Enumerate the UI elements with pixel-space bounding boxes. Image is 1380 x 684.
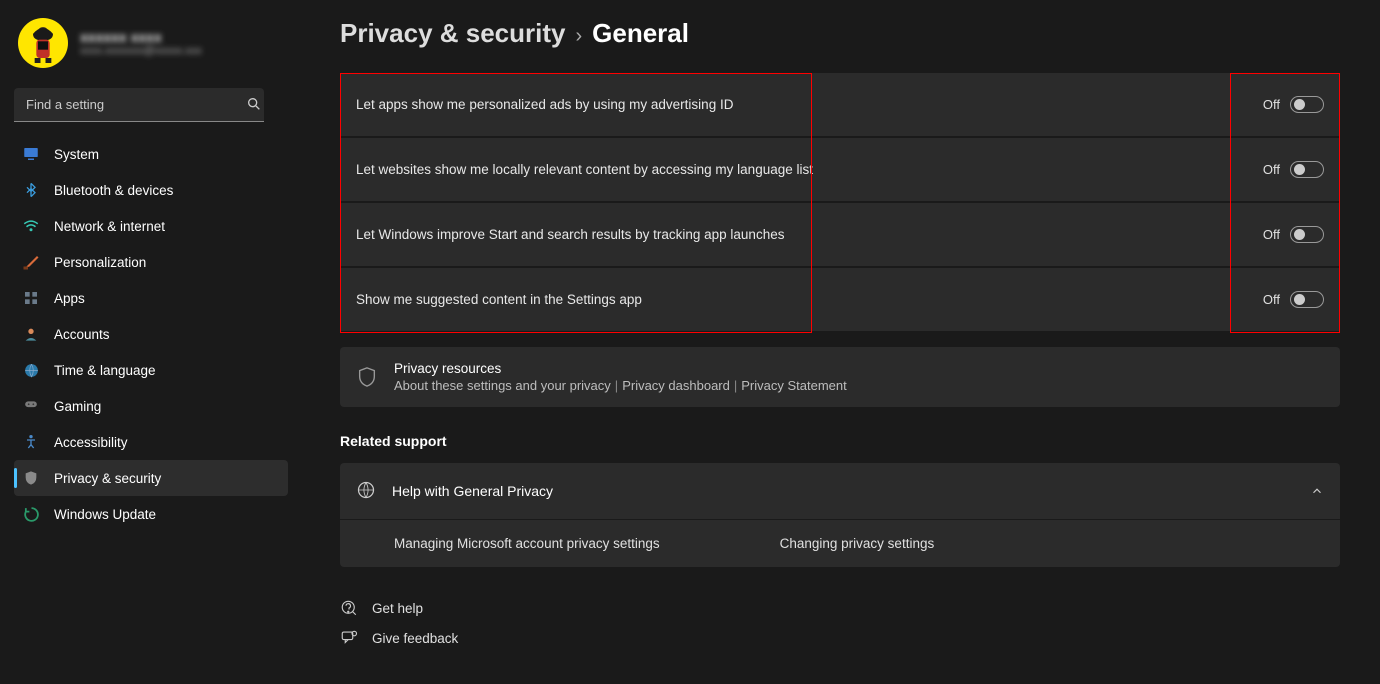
general-toggle-list: Let apps show me personalized ads by usi… [340,73,1340,333]
search-input[interactable] [14,88,264,122]
search-wrap [14,88,278,122]
sidebar-item-accessibility[interactable]: Accessibility [14,424,288,460]
sidebar-item-system[interactable]: System [14,136,288,172]
toggle-state: Off [1263,227,1280,242]
avatar-image-icon [26,23,60,63]
privacy-resources-card[interactable]: Privacy resources About these settings a… [340,347,1340,407]
toggle-row-language-list: Let websites show me locally relevant co… [340,138,1340,203]
sidebar-item-label: Windows Update [54,507,156,522]
apps-icon [22,289,40,307]
brush-icon [22,253,40,271]
sidebar-item-apps[interactable]: Apps [14,280,288,316]
toggle-switch[interactable] [1290,96,1324,113]
search-icon [246,96,262,112]
toggle-label: Let Windows improve Start and search res… [356,227,784,242]
toggle-switch[interactable] [1290,161,1324,178]
expander-body: Managing Microsoft account privacy setti… [340,519,1340,567]
accessibility-icon [22,433,40,451]
sidebar-item-label: Privacy & security [54,471,161,486]
give-feedback-link[interactable]: Give feedback [340,623,1340,653]
sidebar: xxxxxx xxxx xxxx.xxxxxxx@xxxxx.xxx Syste… [0,0,300,684]
related-support-heading: Related support [340,433,1340,449]
sidebar-item-label: System [54,147,99,162]
expander-title: Help with General Privacy [392,483,553,499]
main: Privacy & security › General Let apps sh… [300,0,1380,684]
toggle-state: Off [1263,97,1280,112]
toggle-label: Show me suggested content in the Setting… [356,292,642,307]
nav: System Bluetooth & devices Network & int… [14,136,288,532]
get-help-link[interactable]: Get help [340,593,1340,623]
breadcrumb: Privacy & security › General [340,18,1340,73]
toggle-row-track-launches: Let Windows improve Start and search res… [340,203,1340,268]
toggle-row-advertising-id: Let apps show me personalized ads by usi… [340,73,1340,138]
sidebar-item-gaming[interactable]: Gaming [14,388,288,424]
globe-clock-icon [22,361,40,379]
sidebar-item-label: Apps [54,291,85,306]
card-subtitle: About these settings and your privacy|Pr… [394,378,847,393]
give-feedback-label: Give feedback [372,631,458,646]
feedback-icon [340,629,358,647]
help-expander: Help with General Privacy Managing Micro… [340,463,1340,567]
sidebar-item-label: Network & internet [54,219,165,234]
profile-block[interactable]: xxxxxx xxxx xxxx.xxxxxxx@xxxxx.xxx [14,14,288,84]
toggle-state: Off [1263,292,1280,307]
profile-text: xxxxxx xxxx xxxx.xxxxxxx@xxxxx.xxx [80,29,202,57]
globe-help-icon [356,480,376,503]
sidebar-item-update[interactable]: Windows Update [14,496,288,532]
link-change-privacy-settings[interactable]: Changing privacy settings [780,536,935,551]
link-about-settings[interactable]: About these settings and your privacy [394,378,611,393]
sidebar-item-privacy[interactable]: Privacy & security [14,460,288,496]
sidebar-item-label: Gaming [54,399,101,414]
page-title: General [592,18,689,49]
sidebar-item-bluetooth[interactable]: Bluetooth & devices [14,172,288,208]
link-privacy-statement[interactable]: Privacy Statement [741,378,847,393]
sidebar-item-time[interactable]: Time & language [14,352,288,388]
expander-header[interactable]: Help with General Privacy [340,463,1340,519]
wifi-icon [22,217,40,235]
update-icon [22,505,40,523]
bluetooth-icon [22,181,40,199]
shield-icon [22,469,40,487]
gamepad-icon [22,397,40,415]
person-icon [22,325,40,343]
sidebar-item-label: Bluetooth & devices [54,183,173,198]
toggle-switch[interactable] [1290,226,1324,243]
sidebar-item-label: Accessibility [54,435,128,450]
sidebar-item-label: Time & language [54,363,156,378]
toggle-state: Off [1263,162,1280,177]
get-help-label: Get help [372,601,423,616]
toggle-row-suggested-content: Show me suggested content in the Setting… [340,268,1340,333]
toggle-switch[interactable] [1290,291,1324,308]
sidebar-item-personalization[interactable]: Personalization [14,244,288,280]
footer-links: Get help Give feedback [340,593,1340,653]
link-privacy-dashboard[interactable]: Privacy dashboard [622,378,730,393]
shield-outline-icon [356,366,378,388]
help-icon [340,599,358,617]
sidebar-item-label: Personalization [54,255,146,270]
sidebar-item-label: Accounts [54,327,110,342]
profile-email: xxxx.xxxxxxx@xxxxx.xxx [80,45,202,57]
breadcrumb-parent[interactable]: Privacy & security [340,18,565,49]
breadcrumb-separator: › [575,25,582,48]
sidebar-item-accounts[interactable]: Accounts [14,316,288,352]
card-title: Privacy resources [394,361,847,376]
profile-name: xxxxxx xxxx [80,29,202,45]
toggle-label: Let apps show me personalized ads by usi… [356,97,733,112]
chevron-up-icon [1310,484,1324,498]
sidebar-item-network[interactable]: Network & internet [14,208,288,244]
link-manage-account-privacy[interactable]: Managing Microsoft account privacy setti… [394,536,660,551]
toggle-label: Let websites show me locally relevant co… [356,162,813,177]
system-icon [22,145,40,163]
avatar [18,18,68,68]
